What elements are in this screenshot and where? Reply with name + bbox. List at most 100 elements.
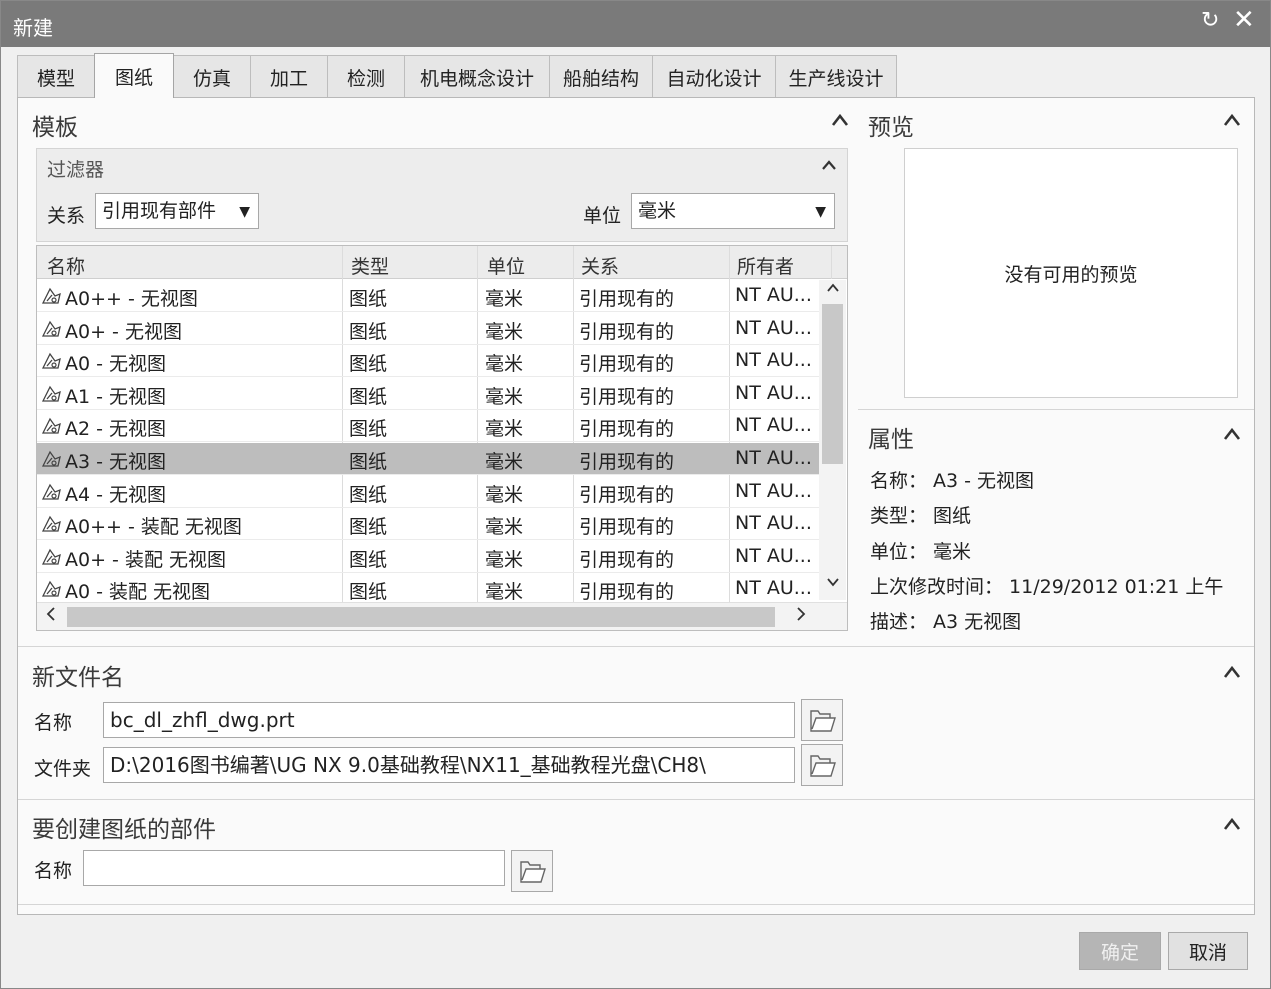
tab-4[interactable]: 检测 [327,55,405,98]
cell-name: A0 - 无视图 [65,353,167,376]
properties-section-title: 属性 [868,427,914,453]
cell-owner: NT AU... [735,544,812,567]
cell-type: 图纸 [349,418,388,441]
tab-7[interactable]: 自动化设计 [652,55,776,98]
cell-unit: 毫米 [485,548,524,571]
scroll-left-icon[interactable] [45,605,57,628]
drawing-template-icon [41,351,61,371]
tab-bar: 模型 图纸 仿真 加工 检测 机电概念设计 船舶结构 自动化设计 生产线设计 [17,53,897,98]
drawing-template-icon [41,547,61,567]
cell-type: 图纸 [349,353,388,376]
preview-collapse-icon[interactable] [1222,110,1242,130]
browse-file-button[interactable] [801,699,843,741]
browse-folder-button[interactable] [801,744,843,786]
cell-name: A0+ - 无视图 [65,320,182,343]
cell-relation: 引用现有的 [579,581,675,604]
open-folder-icon [810,755,836,777]
part-section-title: 要创建图纸的部件 [32,817,216,843]
tab-2[interactable]: 仿真 [173,55,251,98]
properties-collapse-icon[interactable] [1222,424,1242,444]
new-file-section-title: 新文件名 [32,665,124,691]
property-name: 名称： A3 - 无视图 [870,470,1035,492]
drawing-template-icon [41,449,61,469]
relation-label: 关系 [47,205,86,227]
cell-owner: NT AU... [735,447,812,469]
close-icon[interactable]: ✕ [1233,5,1255,35]
drawing-template-icon [41,416,61,436]
drawing-template-icon [41,579,61,599]
relation-select[interactable]: 引用现有部件 ▼ [95,193,259,229]
column-header-relation[interactable]: 关系 [581,252,619,279]
part-name-input[interactable] [83,850,505,886]
reset-icon[interactable]: ↻ [1201,8,1219,33]
new-file-collapse-icon[interactable] [1222,662,1242,682]
cell-relation: 引用现有的 [579,418,675,441]
tab-3[interactable]: 加工 [250,55,328,98]
cell-owner: NT AU... [735,414,812,437]
column-header-name[interactable]: 名称 [47,252,85,279]
cell-relation: 引用现有的 [579,385,675,408]
cell-unit: 毫米 [485,451,524,473]
no-preview-message: 没有可用的预览 [1004,264,1138,286]
filter-title: 过滤器 [47,159,105,181]
ok-button[interactable]: 确定 [1079,932,1161,970]
cell-owner: NT AU... [735,479,812,502]
cell-relation: 引用现有的 [579,288,675,310]
vertical-scroll-thumb[interactable] [822,304,843,464]
template-section-title: 模板 [32,115,78,141]
cell-type: 图纸 [349,451,388,473]
cell-relation: 引用现有的 [579,320,675,343]
table-row[interactable]: A0+ - 无视图 图纸 毫米 引用现有的 NT AU... [37,313,819,345]
cell-type: 图纸 [349,483,388,506]
scroll-down-icon[interactable] [826,576,840,592]
scroll-right-icon[interactable] [795,605,807,628]
table-row[interactable]: A3 - 无视图 图纸 毫米 引用现有的 NT AU... [37,443,819,475]
cell-type: 图纸 [349,581,388,604]
cell-type: 图纸 [349,288,388,310]
folder-input[interactable]: D:\2016图书编著\UG NX 9.0基础教程\NX11_基础教程光盘\CH… [103,747,795,783]
part-collapse-icon[interactable] [1222,814,1242,834]
table-row[interactable]: A1 - 无视图 图纸 毫米 引用现有的 NT AU... [37,378,819,410]
file-name-input[interactable]: bc_dl_zhfl_dwg.prt [103,702,795,738]
cancel-button[interactable]: 取消 [1168,932,1248,970]
unit-select[interactable]: 毫米 ▼ [631,193,835,229]
table-vertical-scrollbar[interactable] [819,280,846,600]
property-description: 描述： A3 无视图 [870,611,1022,633]
unit-select-value: 毫米 [638,200,677,222]
table-row[interactable]: A0++ - 装配 无视图 图纸 毫米 引用现有的 NT AU... [37,508,819,541]
cell-name: A0++ - 无视图 [65,288,198,310]
drawing-template-icon [41,482,61,502]
preview-section-title: 预览 [868,115,914,141]
tab-0[interactable]: 模型 [17,55,95,98]
table-row[interactable]: A2 - 无视图 图纸 毫米 引用现有的 NT AU... [37,410,819,443]
cell-relation: 引用现有的 [579,353,675,376]
table-horizontal-scrollbar[interactable] [37,602,847,630]
cell-name: A1 - 无视图 [65,385,167,408]
table-header: 名称 类型 单位 关系 所有者 [37,246,847,279]
browse-part-button[interactable] [511,850,553,892]
drawing-template-icon [41,514,61,534]
cell-unit: 毫米 [485,483,524,506]
folder-label: 文件夹 [34,758,92,780]
drawing-template-icon [41,319,61,339]
column-header-unit[interactable]: 单位 [487,252,525,279]
column-header-type[interactable]: 类型 [351,252,389,279]
column-header-owner[interactable]: 所有者 [737,252,794,279]
table-row[interactable]: A0 - 无视图 图纸 毫米 引用现有的 NT AU... [37,345,819,378]
scroll-up-icon[interactable] [826,282,840,298]
table-row[interactable]: A4 - 无视图 图纸 毫米 引用现有的 NT AU... [37,476,819,508]
tab-6[interactable]: 船舶结构 [549,55,653,98]
tab-5[interactable]: 机电概念设计 [404,55,550,98]
tab-8[interactable]: 生产线设计 [775,55,897,98]
cell-relation: 引用现有的 [579,451,675,473]
table-row[interactable]: A0 - 装配 无视图 图纸 毫米 引用现有的 NT AU... [37,573,819,606]
horizontal-scroll-thumb[interactable] [67,607,775,627]
tab-1[interactable]: 图纸 [94,53,174,98]
cell-unit: 毫米 [485,516,524,539]
table-row[interactable]: A0++ - 无视图 图纸 毫米 引用现有的 NT AU... [37,280,819,312]
cell-owner: NT AU... [735,577,812,600]
filter-collapse-icon[interactable] [821,157,837,173]
table-row[interactable]: A0+ - 装配 无视图 图纸 毫米 引用现有的 NT AU... [37,541,819,573]
cell-owner: NT AU... [735,349,812,372]
template-collapse-icon[interactable] [830,110,850,130]
